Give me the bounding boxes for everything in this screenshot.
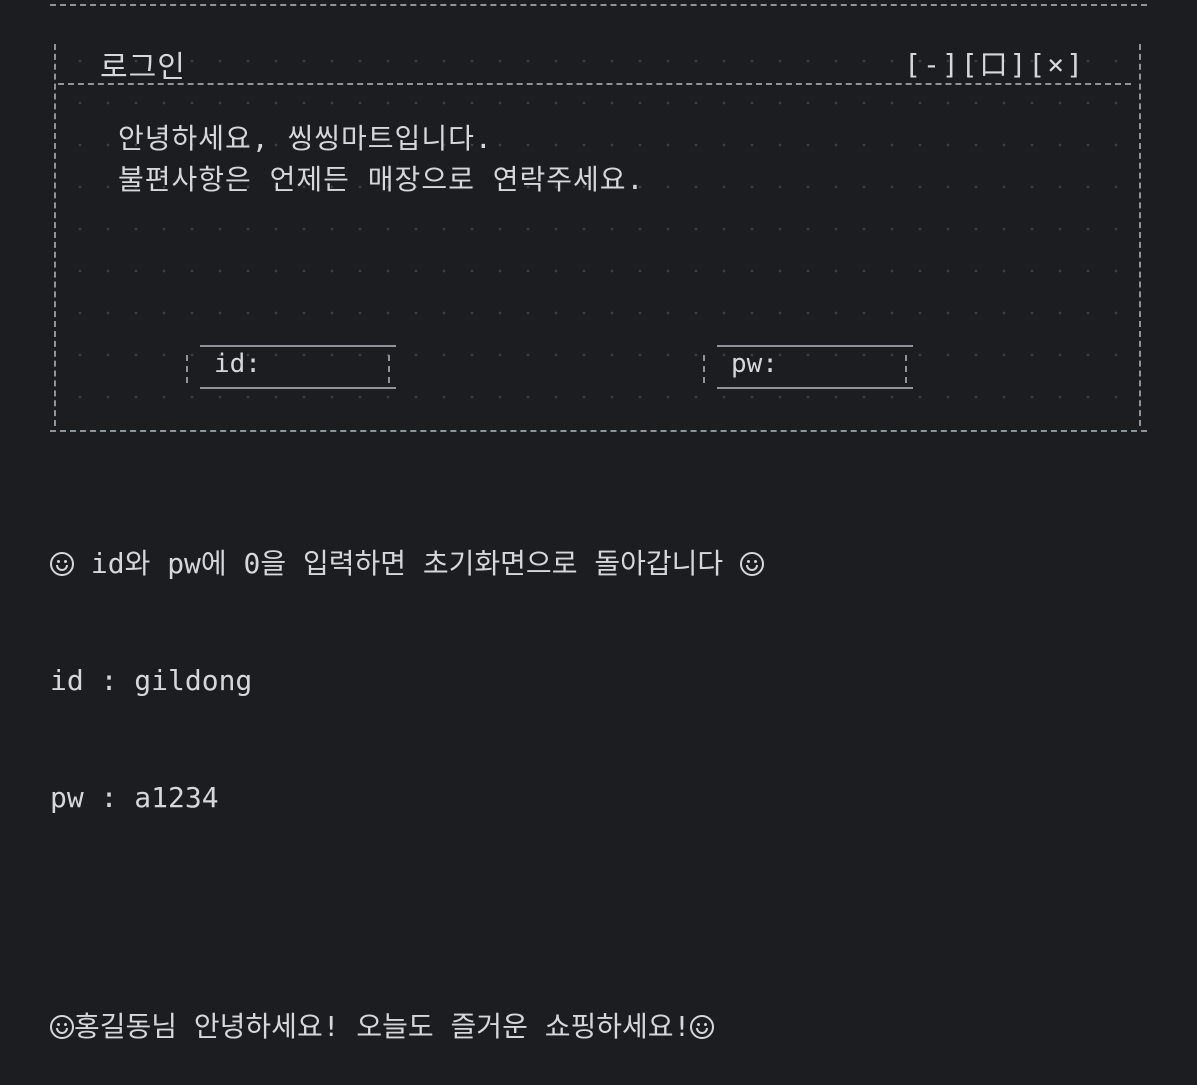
- id-field-right-border: [388, 355, 390, 383]
- window-controls[interactable]: [-][口][×]: [904, 43, 1085, 83]
- id-field[interactable]: id:: [186, 345, 396, 389]
- top-border: [50, 4, 1147, 6]
- window-title: 로그인: [100, 50, 186, 85]
- pw-field-bottom-border: [717, 387, 913, 389]
- pw-field-top-border: [717, 345, 913, 347]
- welcome-line-1: 안녕하세요, 씽씽마트입니다.: [118, 122, 493, 155]
- console-pw-line: pw : a1234: [50, 781, 219, 814]
- pw-field[interactable]: pw:: [703, 345, 913, 389]
- id-field-label: id:: [214, 349, 261, 379]
- welcome-message: 안녕하세요, 씽씽마트입니다. 불편사항은 언제든 매장으로 연락주세요.: [118, 118, 644, 200]
- pw-field-right-border: [905, 355, 907, 383]
- window-bottom-border: [50, 430, 1147, 432]
- window-right-edge: [1139, 44, 1141, 426]
- console-greeting-text: 홍길동님 안녕하세요! 오늘도 즐거운 쇼핑하세요!: [74, 1010, 691, 1043]
- welcome-line-2: 불편사항은 언제든 매장으로 연락주세요.: [118, 163, 645, 196]
- smiley-face-icon: [50, 1015, 74, 1039]
- console-hint-text: id와 pw에 0을 입력하면 초기화면으로 돌아갑니다: [74, 547, 740, 580]
- title-bar-separator: [58, 83, 1131, 85]
- console-hint-line: id와 pw에 0을 입력하면 초기화면으로 돌아갑니다: [50, 544, 764, 583]
- id-field-left-border: [186, 355, 188, 383]
- console-greeting-line: 홍길동님 안녕하세요! 오늘도 즐거운 쇼핑하세요!: [50, 1007, 764, 1046]
- id-field-bottom-border: [200, 387, 396, 389]
- smiley-face-icon: [50, 552, 74, 576]
- console-output: id와 pw에 0을 입력하면 초기화면으로 돌아갑니다 id : gildon…: [50, 466, 764, 1085]
- console-id-line: id : gildong: [50, 664, 253, 697]
- id-field-top-border: [200, 345, 396, 347]
- smiley-face-icon: [739, 552, 764, 576]
- pw-field-left-border: [703, 355, 705, 383]
- smiley-face-icon: [690, 1015, 715, 1039]
- pw-field-label: pw:: [731, 349, 778, 379]
- window-left-edge: [54, 44, 56, 426]
